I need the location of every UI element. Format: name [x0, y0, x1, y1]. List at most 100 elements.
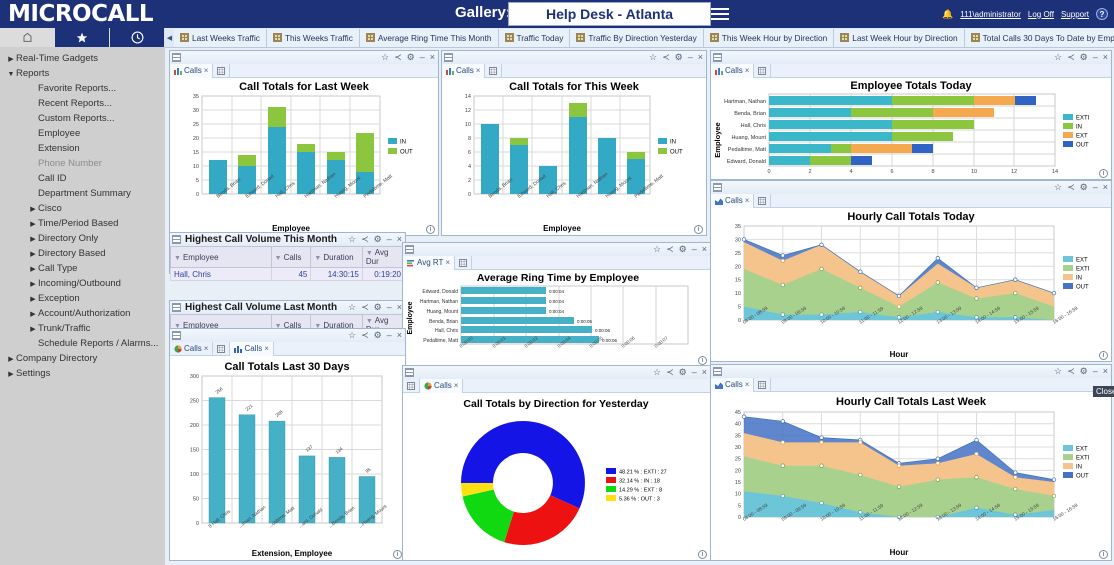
col-avg-dur[interactable]: ▼Avg Dur: [362, 247, 404, 268]
minimize-icon[interactable]: –: [692, 245, 697, 254]
minimize-icon[interactable]: –: [387, 303, 392, 312]
filter-icon[interactable]: ▼: [275, 255, 282, 262]
help-icon[interactable]: ?: [1096, 8, 1108, 20]
settings-gear-icon[interactable]: ⚙: [374, 303, 382, 312]
gallery-tab-traffic-today[interactable]: Traffic Today: [499, 29, 571, 47]
settings-gear-icon[interactable]: ⚙: [407, 53, 415, 62]
sidebar-item-time-period-based[interactable]: ▶Time/Period Based: [0, 216, 165, 231]
info-icon[interactable]: i: [698, 550, 707, 559]
panel-tab-table[interactable]: [455, 256, 472, 270]
gallery-tab-last-weeks-traffic[interactable]: Last Weeks Traffic: [174, 29, 267, 47]
share-icon[interactable]: ≺: [1067, 367, 1075, 376]
panel-tab-calls[interactable]: Calls ×: [170, 64, 213, 78]
close-icon[interactable]: ×: [1103, 183, 1108, 192]
sidebar-item-account-authorization[interactable]: ▶Account/Authorization: [0, 306, 165, 321]
settings-gear-icon[interactable]: ⚙: [1080, 367, 1088, 376]
settings-gear-icon[interactable]: ⚙: [374, 235, 382, 244]
panel-tab-table[interactable]: [754, 194, 771, 208]
logoff-link[interactable]: Log Off: [1028, 10, 1054, 19]
favorite-icon[interactable]: ☆: [381, 53, 389, 62]
panel-tab-table[interactable]: [754, 64, 771, 78]
panel-tab-calls[interactable]: Calls ×: [711, 378, 754, 392]
info-icon[interactable]: i: [393, 550, 402, 559]
sidebar-item-custom-reports[interactable]: Custom Reports...: [0, 111, 165, 126]
minimize-icon[interactable]: –: [1093, 183, 1098, 192]
share-icon[interactable]: ≺: [361, 331, 369, 340]
panel-tab-table[interactable]: [213, 64, 230, 78]
sidebar-item-incoming-outbound[interactable]: ▶Incoming/Outbound: [0, 276, 165, 291]
sidebar-item-recent-reports[interactable]: Recent Reports...: [0, 96, 165, 111]
panel-tab-calls-pie[interactable]: Calls ×: [170, 342, 213, 356]
share-icon[interactable]: ≺: [666, 245, 674, 254]
disclosure-triangle-icon[interactable]: ▶: [28, 277, 38, 292]
sidebar-item-directory-only[interactable]: ▶Directory Only: [0, 231, 165, 246]
share-icon[interactable]: ≺: [394, 53, 402, 62]
table-row[interactable]: Hall, Chris 45 14:30:15 0:19:20: [171, 268, 405, 281]
gallery-tab-average-ring-time-this-month[interactable]: Average Ring Time This Month: [360, 29, 499, 47]
settings-gear-icon[interactable]: ⚙: [675, 53, 683, 62]
favorite-icon[interactable]: ☆: [649, 53, 657, 62]
settings-gear-icon[interactable]: ⚙: [1080, 183, 1088, 192]
panel-tab-table[interactable]: [754, 378, 771, 392]
disclosure-triangle-icon[interactable]: ▶: [28, 202, 38, 217]
sidebar-item-call-id[interactable]: Call ID: [0, 171, 165, 186]
recent-clock-icon[interactable]: [110, 28, 164, 47]
minimize-icon[interactable]: –: [688, 53, 693, 62]
col-employee[interactable]: ▼Employee: [171, 247, 272, 268]
panel-tab-table[interactable]: [403, 379, 420, 393]
favorite-icon[interactable]: ☆: [348, 331, 356, 340]
panel-tab-avg-rt[interactable]: Avg RT ×: [403, 256, 455, 270]
favorites-star-icon[interactable]: [55, 28, 109, 47]
support-link[interactable]: Support: [1061, 10, 1089, 19]
gallery-tab-traffic-by-direction-yesterday[interactable]: Traffic By Direction Yesterday: [570, 29, 703, 47]
sidebar-item-department-summary[interactable]: Department Summary: [0, 186, 165, 201]
sidebar-item-employee[interactable]: Employee: [0, 126, 165, 141]
col-calls[interactable]: ▼Calls: [271, 247, 311, 268]
col-duration[interactable]: ▼Duration: [311, 247, 362, 268]
panel-tab-close-icon[interactable]: ×: [745, 66, 750, 75]
gallery-name-field[interactable]: Help Desk - Atlanta: [508, 2, 711, 26]
gallery-tab-this-weeks-traffic[interactable]: This Weeks Traffic: [267, 29, 360, 47]
disclosure-triangle-icon[interactable]: ▶: [6, 52, 16, 67]
gallery-tab-last-week-hour-by-direction[interactable]: Last Week Hour by Direction: [834, 29, 964, 47]
hamburger-icon[interactable]: [711, 5, 729, 23]
panel-tab-close-icon[interactable]: ×: [476, 66, 481, 75]
panel-tab-calls[interactable]: Calls ×: [711, 194, 754, 208]
info-icon[interactable]: i: [698, 356, 707, 365]
panel-tab-close-icon[interactable]: ×: [745, 380, 750, 389]
disclosure-triangle-icon[interactable]: ▶: [28, 322, 38, 337]
sidebar-item-reports[interactable]: ▼Reports: [0, 66, 165, 81]
minimize-icon[interactable]: –: [1093, 367, 1098, 376]
disclosure-triangle-icon[interactable]: ▶: [28, 292, 38, 307]
minimize-icon[interactable]: –: [420, 53, 425, 62]
sidebar-item-directory-based[interactable]: ▶Directory Based: [0, 246, 165, 261]
favorite-icon[interactable]: ☆: [1054, 367, 1062, 376]
panel-tab-close-icon[interactable]: ×: [745, 196, 750, 205]
settings-gear-icon[interactable]: ⚙: [679, 368, 687, 377]
user-link[interactable]: 111\administrator: [960, 10, 1021, 19]
panel-tab-close-icon[interactable]: ×: [454, 381, 459, 390]
share-icon[interactable]: ≺: [666, 368, 674, 377]
info-icon[interactable]: i: [426, 225, 435, 234]
filter-icon[interactable]: ▼: [366, 250, 373, 257]
panel-tab-calls[interactable]: Calls ×: [420, 379, 463, 393]
info-icon[interactable]: i: [1099, 169, 1108, 178]
sidebar-item-company-directory[interactable]: ▶Company Directory: [0, 351, 165, 366]
sidebar-item-schedule-reports-alarms[interactable]: Schedule Reports / Alarms...: [0, 336, 165, 351]
minimize-icon[interactable]: –: [387, 235, 392, 244]
close-icon[interactable]: ×: [698, 53, 703, 62]
share-icon[interactable]: ≺: [1067, 53, 1075, 62]
settings-gear-icon[interactable]: ⚙: [374, 331, 382, 340]
favorite-icon[interactable]: ☆: [1054, 53, 1062, 62]
favorite-icon[interactable]: ☆: [348, 303, 356, 312]
info-icon[interactable]: i: [694, 225, 703, 234]
panel-tab-table[interactable]: [485, 64, 502, 78]
sidebar-item-trunk-traffic[interactable]: ▶Trunk/Traffic: [0, 321, 165, 336]
favorite-icon[interactable]: ☆: [653, 368, 661, 377]
panel-tab-close-icon[interactable]: ×: [204, 66, 209, 75]
close-icon[interactable]: ×: [1103, 53, 1108, 62]
disclosure-triangle-icon[interactable]: ▶: [28, 247, 38, 262]
disclosure-triangle-icon[interactable]: ▶: [6, 367, 16, 382]
tab-scroll-left-icon[interactable]: ◀: [165, 34, 174, 42]
sidebar-item-favorite-reports[interactable]: Favorite Reports...: [0, 81, 165, 96]
